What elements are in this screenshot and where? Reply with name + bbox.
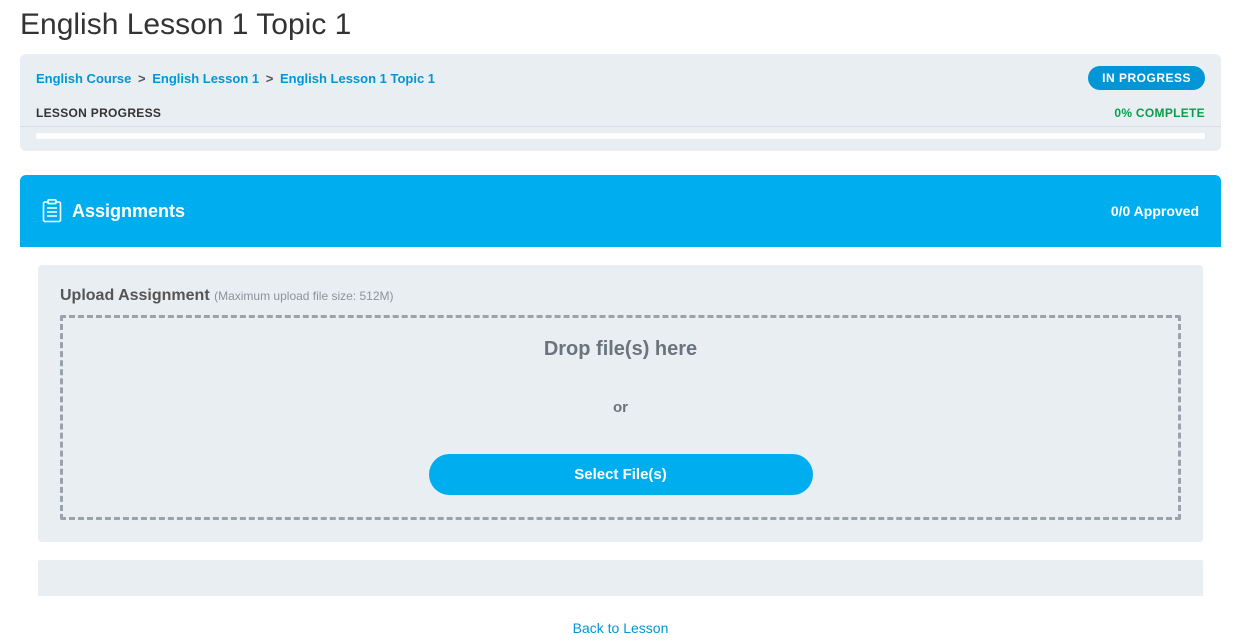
progress-bar [36, 133, 1205, 139]
or-text: or [83, 399, 1158, 416]
additional-panel [38, 560, 1203, 596]
status-badge: IN PROGRESS [1088, 66, 1205, 90]
breadcrumb: English Course > English Lesson 1 > Engl… [36, 71, 435, 86]
page-title: English Lesson 1 Topic 1 [0, 0, 1241, 54]
assignments-header: Assignments 0/0 Approved [20, 175, 1221, 247]
breadcrumb-item-topic[interactable]: English Lesson 1 Topic 1 [280, 71, 435, 86]
assignments-title: Assignments [72, 201, 185, 222]
assignments-card: Assignments 0/0 Approved Upload Assignme… [20, 175, 1221, 596]
upload-hint: (Maximum upload file size: 512M) [214, 289, 393, 303]
select-files-button[interactable]: Select File(s) [429, 454, 813, 495]
breadcrumb-item-course[interactable]: English Course [36, 71, 131, 86]
drop-text: Drop file(s) here [83, 338, 1158, 361]
progress-complete: 0% COMPLETE [1114, 106, 1205, 120]
breadcrumb-item-lesson[interactable]: English Lesson 1 [152, 71, 259, 86]
breadcrumb-separator: > [266, 71, 274, 86]
file-dropzone[interactable]: Drop file(s) here or Select File(s) [60, 315, 1181, 520]
clipboard-icon [42, 199, 62, 223]
approved-count: 0/0 Approved [1111, 203, 1199, 219]
progress-label: LESSON PROGRESS [36, 106, 161, 120]
lesson-progress-card: English Course > English Lesson 1 > Engl… [20, 54, 1221, 151]
upload-section: Upload Assignment (Maximum upload file s… [38, 265, 1203, 542]
breadcrumb-separator: > [138, 71, 146, 86]
upload-heading: Upload Assignment [60, 287, 210, 304]
